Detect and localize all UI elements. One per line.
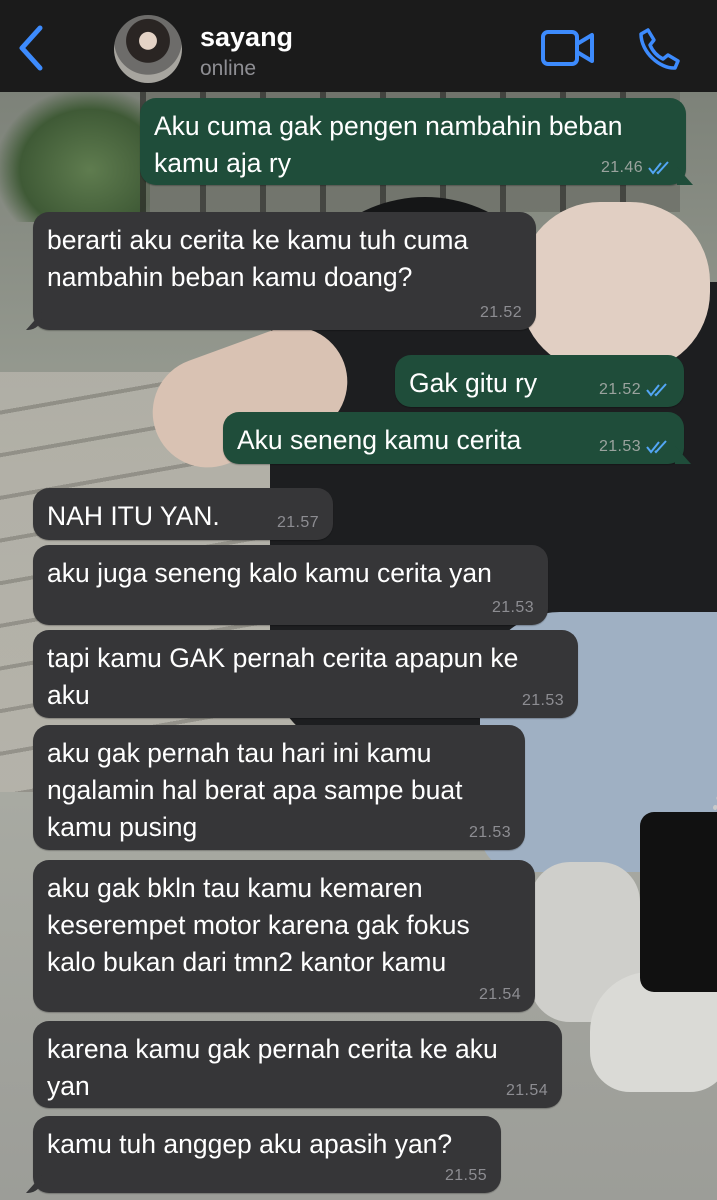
message-text: karena kamu gak pernah cerita ke aku yan xyxy=(47,1034,498,1101)
message-time: 21.55 xyxy=(444,1167,487,1184)
message-time: 21.53 xyxy=(598,438,641,455)
message-text: tapi kamu GAK pernah cerita apapun ke ak… xyxy=(47,643,519,710)
video-camera-icon xyxy=(541,30,594,66)
message-bubble-incoming[interactable]: tapi kamu GAK pernah cerita apapun ke ak… xyxy=(33,630,578,718)
message-time: 21.52 xyxy=(598,381,641,398)
chat-header: sayang online xyxy=(0,0,717,92)
double-check-icon xyxy=(648,161,669,175)
voice-call-button[interactable] xyxy=(636,26,682,72)
message-text: kamu tuh anggep aku apasih yan? xyxy=(47,1129,453,1159)
message-bubble-incoming[interactable]: aku gak pernah tau hari ini kamu ngalami… xyxy=(33,725,525,850)
message-time: 21.57 xyxy=(276,514,319,531)
message-bubble-outgoing[interactable]: Aku cuma gak pengen nambahin beban kamu … xyxy=(140,98,686,185)
message-time: 21.52 xyxy=(479,304,522,321)
back-button[interactable] xyxy=(12,22,52,74)
phone-icon xyxy=(639,28,680,70)
contact-status: online xyxy=(200,57,257,80)
message-bubble-incoming[interactable]: berarti aku cerita ke kamu tuh cuma namb… xyxy=(33,212,536,330)
message-time: 21.53 xyxy=(468,824,511,841)
video-call-button[interactable] xyxy=(540,28,596,68)
message-bubble-incoming[interactable]: kamu tuh anggep aku apasih yan? 21.55 xyxy=(33,1116,501,1193)
contact-name[interactable]: sayang xyxy=(200,22,293,53)
double-check-icon xyxy=(646,383,667,397)
message-bubble-outgoing[interactable]: Aku seneng kamu cerita 21.53 xyxy=(223,412,684,464)
message-text: aku gak bkln tau kamu kemaren keserempet… xyxy=(47,873,470,977)
message-text: Aku cuma gak pengen nambahin beban kamu … xyxy=(154,111,623,178)
message-bubble-incoming[interactable]: NAH ITU YAN. 21.57 xyxy=(33,488,333,540)
message-bubble-incoming[interactable]: karena kamu gak pernah cerita ke aku yan… xyxy=(33,1021,562,1108)
message-time: 21.53 xyxy=(491,599,534,616)
message-text: aku juga seneng kalo kamu cerita yan xyxy=(47,558,492,588)
message-bubble-incoming[interactable]: aku gak bkln tau kamu kemaren keserempet… xyxy=(33,860,535,1012)
message-bubble-outgoing[interactable]: Gak gitu ry 21.52 xyxy=(395,355,684,407)
message-time: 21.46 xyxy=(600,159,643,176)
message-time: 21.53 xyxy=(521,692,564,709)
double-check-icon xyxy=(646,440,667,454)
message-text: aku gak pernah tau hari ini kamu ngalami… xyxy=(47,738,463,842)
message-time: 21.54 xyxy=(505,1082,548,1099)
message-time: 21.54 xyxy=(478,986,521,1003)
message-text: berarti aku cerita ke kamu tuh cuma namb… xyxy=(47,225,469,292)
contact-avatar[interactable] xyxy=(114,15,182,83)
chevron-left-icon xyxy=(19,25,43,71)
message-bubble-incoming[interactable]: aku juga seneng kalo kamu cerita yan 21.… xyxy=(33,545,548,625)
